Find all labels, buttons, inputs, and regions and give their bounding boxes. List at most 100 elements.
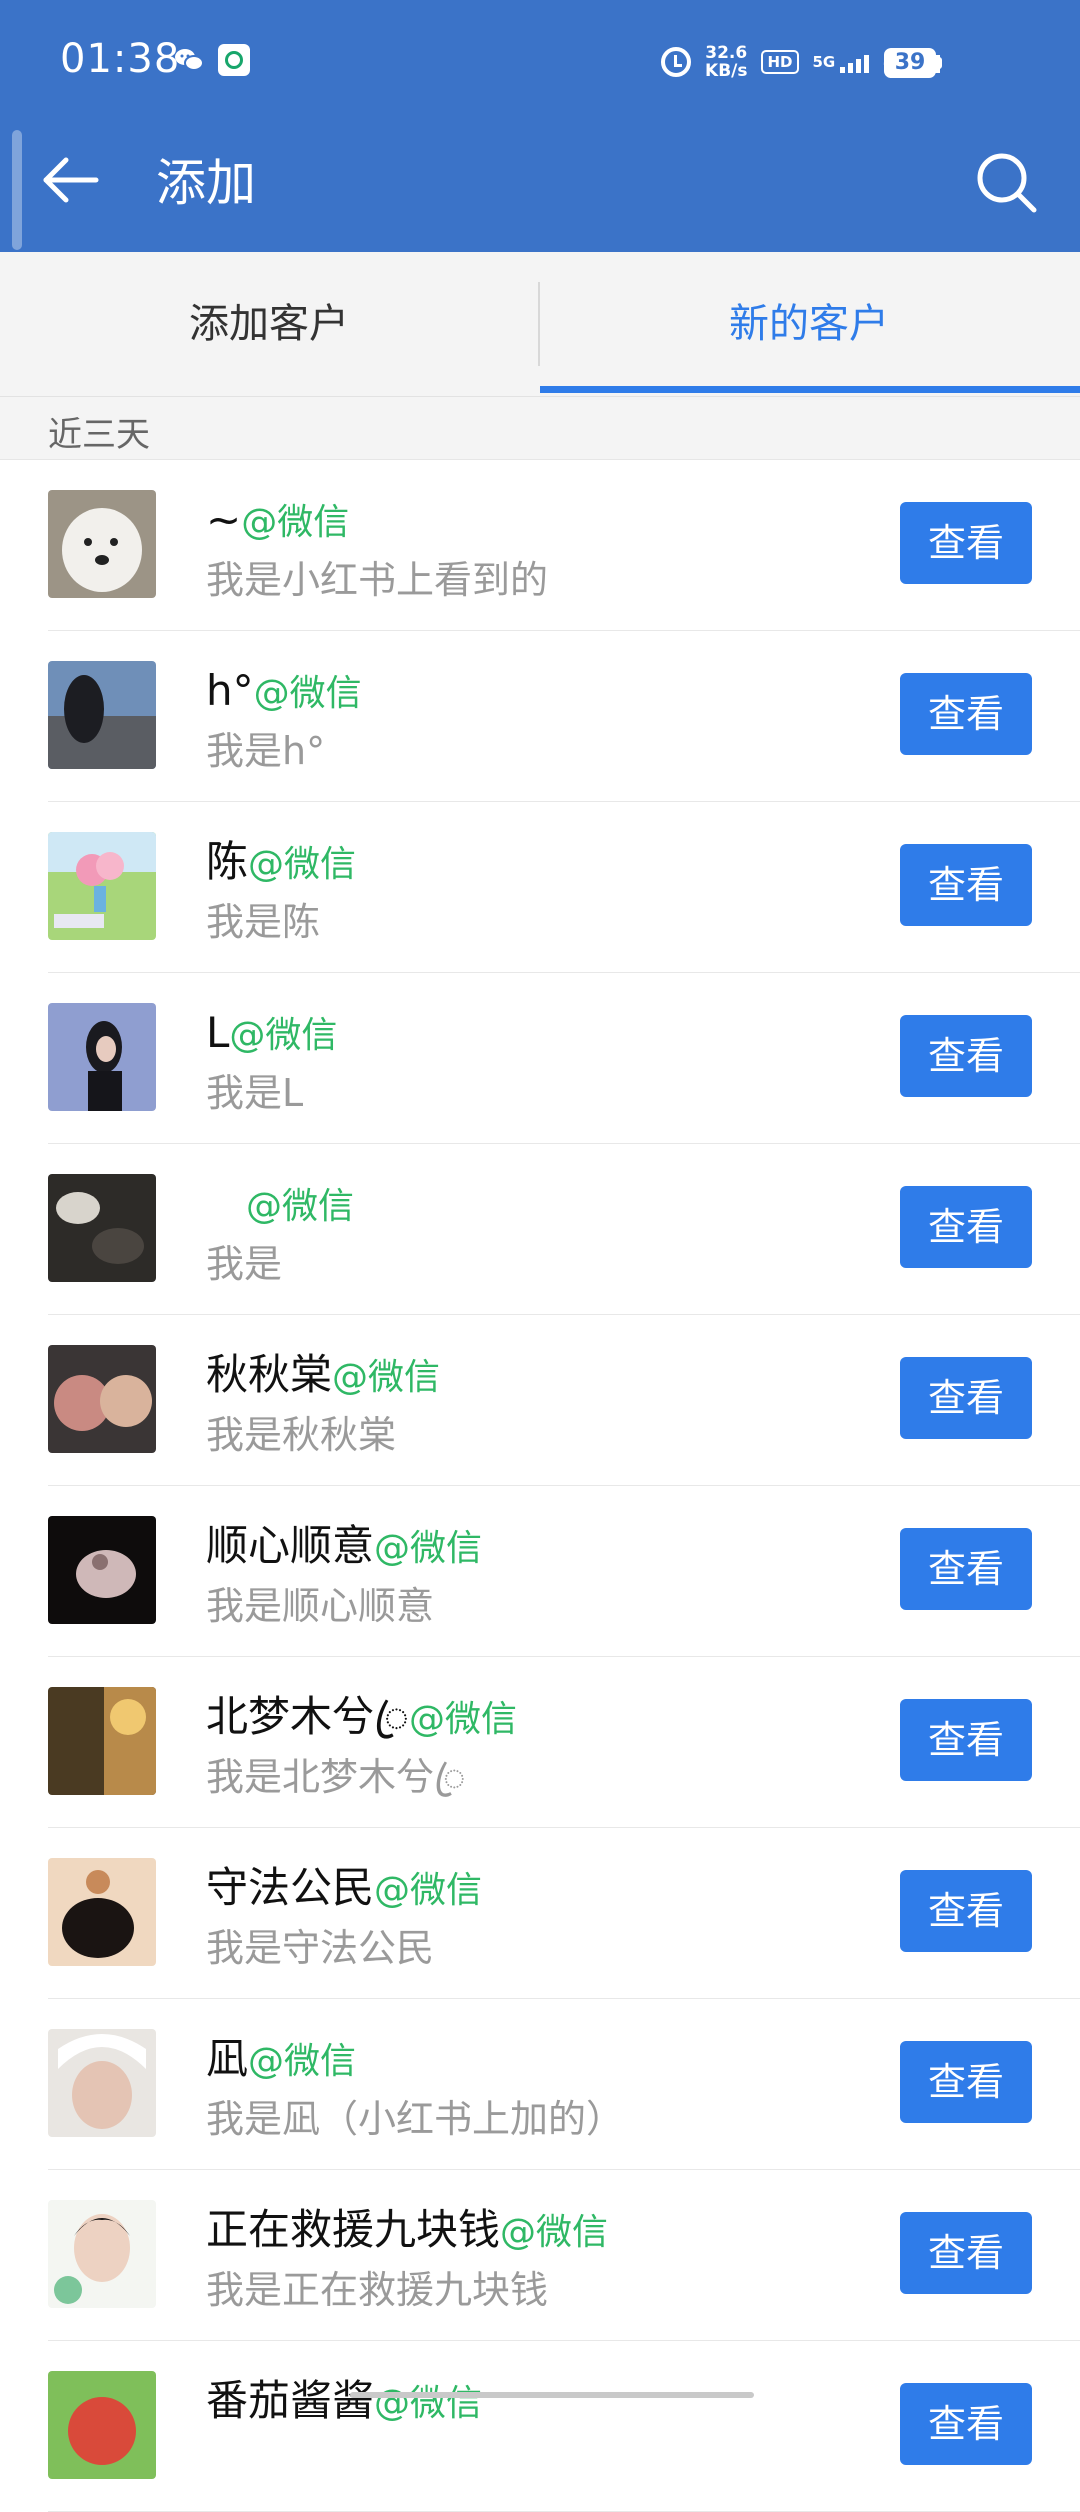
list-item[interactable]: @微信 我是 查看 (48, 1144, 1080, 1315)
home-indicator[interactable] (350, 2392, 754, 2398)
customer-name-line: h°@微信 (206, 663, 362, 722)
alarm-icon (661, 47, 692, 77)
view-button[interactable]: 查看 (900, 1015, 1032, 1097)
app-notification-icon (218, 44, 250, 76)
avatar (48, 490, 156, 598)
net-speed-value: 32.6 (705, 43, 748, 63)
page-title: 添加 (156, 154, 256, 212)
tab-new-customer[interactable]: 新的客户 (540, 252, 1078, 396)
view-button[interactable]: 查看 (900, 2041, 1032, 2123)
customer-name: 番茄酱酱 (206, 2376, 375, 2425)
view-button[interactable]: 查看 (900, 1699, 1032, 1781)
view-button[interactable]: 查看 (900, 673, 1032, 755)
edge-handle (12, 130, 22, 250)
avatar (48, 1516, 156, 1624)
view-button[interactable]: 查看 (900, 2383, 1032, 2465)
customer-name-line: 陈@微信 (206, 834, 356, 893)
net-speed: 32.6 KB/s (705, 44, 747, 80)
customer-name-line: ~@微信 (206, 492, 349, 551)
source-tag: @微信 (500, 2212, 609, 2253)
customer-message: 我是守法公民 (206, 1926, 435, 1970)
list-item[interactable]: 秋秋棠@微信 我是秋秋棠 查看 (48, 1315, 1080, 1486)
tab-add-customer[interactable]: 添加客户 (0, 252, 538, 396)
list-item[interactable]: 北梦木兮ꦿ@微信 我是北梦木兮ꦿ 查看 (48, 1657, 1080, 1828)
avatar (48, 1174, 156, 1282)
status-time: 01:38 (60, 36, 181, 82)
customer-name: 正在救援九块钱 (206, 2205, 501, 2254)
source-tag: @微信 (408, 1699, 517, 1740)
source-tag: @微信 (374, 1528, 483, 1569)
list-item[interactable]: 番茄酱酱@微信 查看 (48, 2341, 1080, 2512)
tab-selected-indicator (540, 386, 1080, 393)
customer-name-line: 正在救援九块钱@微信 (206, 2202, 608, 2261)
customer-message: 我是L (206, 1071, 304, 1115)
source-tag: @微信 (332, 1357, 441, 1398)
view-button[interactable]: 查看 (900, 502, 1032, 584)
battery-icon: 39 (884, 48, 942, 78)
customer-name-line: 守法公民@微信 (206, 1860, 482, 1919)
avatar (48, 1858, 156, 1966)
back-arrow-icon[interactable] (40, 150, 100, 210)
search-icon[interactable] (974, 150, 1040, 216)
avatar (48, 1687, 156, 1795)
avatar (48, 2371, 156, 2479)
customer-name-line: 凪@微信 (206, 2031, 356, 2090)
list-item[interactable]: h°@微信 我是h° 查看 (48, 631, 1080, 802)
customer-name: 秋秋棠 (206, 1350, 333, 1399)
view-button[interactable]: 查看 (900, 1186, 1032, 1268)
list-item[interactable]: 顺心顺意@微信 我是顺心顺意 查看 (48, 1486, 1080, 1657)
customer-message: 我是凪（小红书上加的） (206, 2097, 625, 2141)
source-tag: @微信 (248, 844, 357, 885)
avatar (48, 2029, 156, 2137)
section-header: 近三天 (0, 397, 1080, 460)
customer-name: L (206, 1008, 230, 1057)
customer-message: 我是 (206, 1242, 283, 1286)
avatar (48, 832, 156, 940)
tab-bar: 添加客户 新的客户 (0, 252, 1080, 397)
customer-name-line: @微信 (206, 1176, 354, 1235)
customer-name: 北梦木兮ꦿ (206, 1692, 409, 1741)
list-item[interactable]: 守法公民@微信 我是守法公民 查看 (48, 1828, 1080, 1999)
list-item[interactable]: 陈@微信 我是陈 查看 (48, 802, 1080, 973)
customer-message: 我是北梦木兮ꦿ (206, 1755, 466, 1799)
view-button[interactable]: 查看 (900, 2212, 1032, 2294)
avatar (48, 2200, 156, 2308)
source-tag: @微信 (374, 2383, 483, 2424)
source-tag: @微信 (248, 2041, 357, 2082)
view-button[interactable]: 查看 (900, 1528, 1032, 1610)
view-button[interactable]: 查看 (900, 844, 1032, 926)
list-item[interactable]: 正在救援九块钱@微信 我是正在救援九块钱 查看 (48, 2170, 1080, 2341)
source-tag: @微信 (253, 673, 362, 714)
list-item[interactable]: L@微信 我是L 查看 (48, 973, 1080, 1144)
source-tag: @微信 (374, 1870, 483, 1911)
signal-bars-icon (840, 55, 870, 73)
list-item[interactable]: 凪@微信 我是凪（小红书上加的） 查看 (48, 1999, 1080, 2170)
avatar (48, 1345, 156, 1453)
customer-name-line: 顺心顺意@微信 (206, 1518, 482, 1577)
status-bar: 01:38 32.6KB/s HD 5G 4G 39 (0, 0, 1080, 120)
hd-badge: HD (761, 50, 799, 74)
customer-message: 我是陈 (206, 900, 321, 944)
source-tag: @微信 (246, 1186, 355, 1227)
customer-name: 陈 (206, 837, 249, 886)
customer-name: ~ (206, 495, 242, 544)
view-button[interactable]: 查看 (900, 1870, 1032, 1952)
customer-message: 我是小红书上看到的 (206, 558, 549, 602)
customer-name: h° (206, 666, 254, 715)
wechat-notification-icon (175, 49, 204, 71)
section-label: 近三天 (48, 415, 150, 455)
customer-name-line: 秋秋棠@微信 (206, 1347, 440, 1406)
list-item[interactable]: ~@微信 我是小红书上看到的 查看 (48, 460, 1080, 631)
view-button[interactable]: 查看 (900, 1357, 1032, 1439)
customer-name: 守法公民 (206, 1863, 375, 1912)
customer-message: 我是正在救援九块钱 (206, 2268, 549, 2312)
avatar (48, 661, 156, 769)
customer-message: 我是h° (206, 729, 326, 773)
customer-list: ~@微信 我是小红书上看到的 查看 h°@微信 我是h° 查看 陈@微信 我是陈… (0, 460, 1080, 2512)
customer-name-line: L@微信 (206, 1005, 337, 1064)
app-header: 01:38 32.6KB/s HD 5G 4G 39 添加 (0, 0, 1080, 252)
avatar (48, 1003, 156, 1111)
source-tag: @微信 (241, 502, 350, 543)
source-tag: @微信 (229, 1015, 338, 1056)
customer-name-line: 番茄酱酱@微信 (206, 2373, 482, 2432)
